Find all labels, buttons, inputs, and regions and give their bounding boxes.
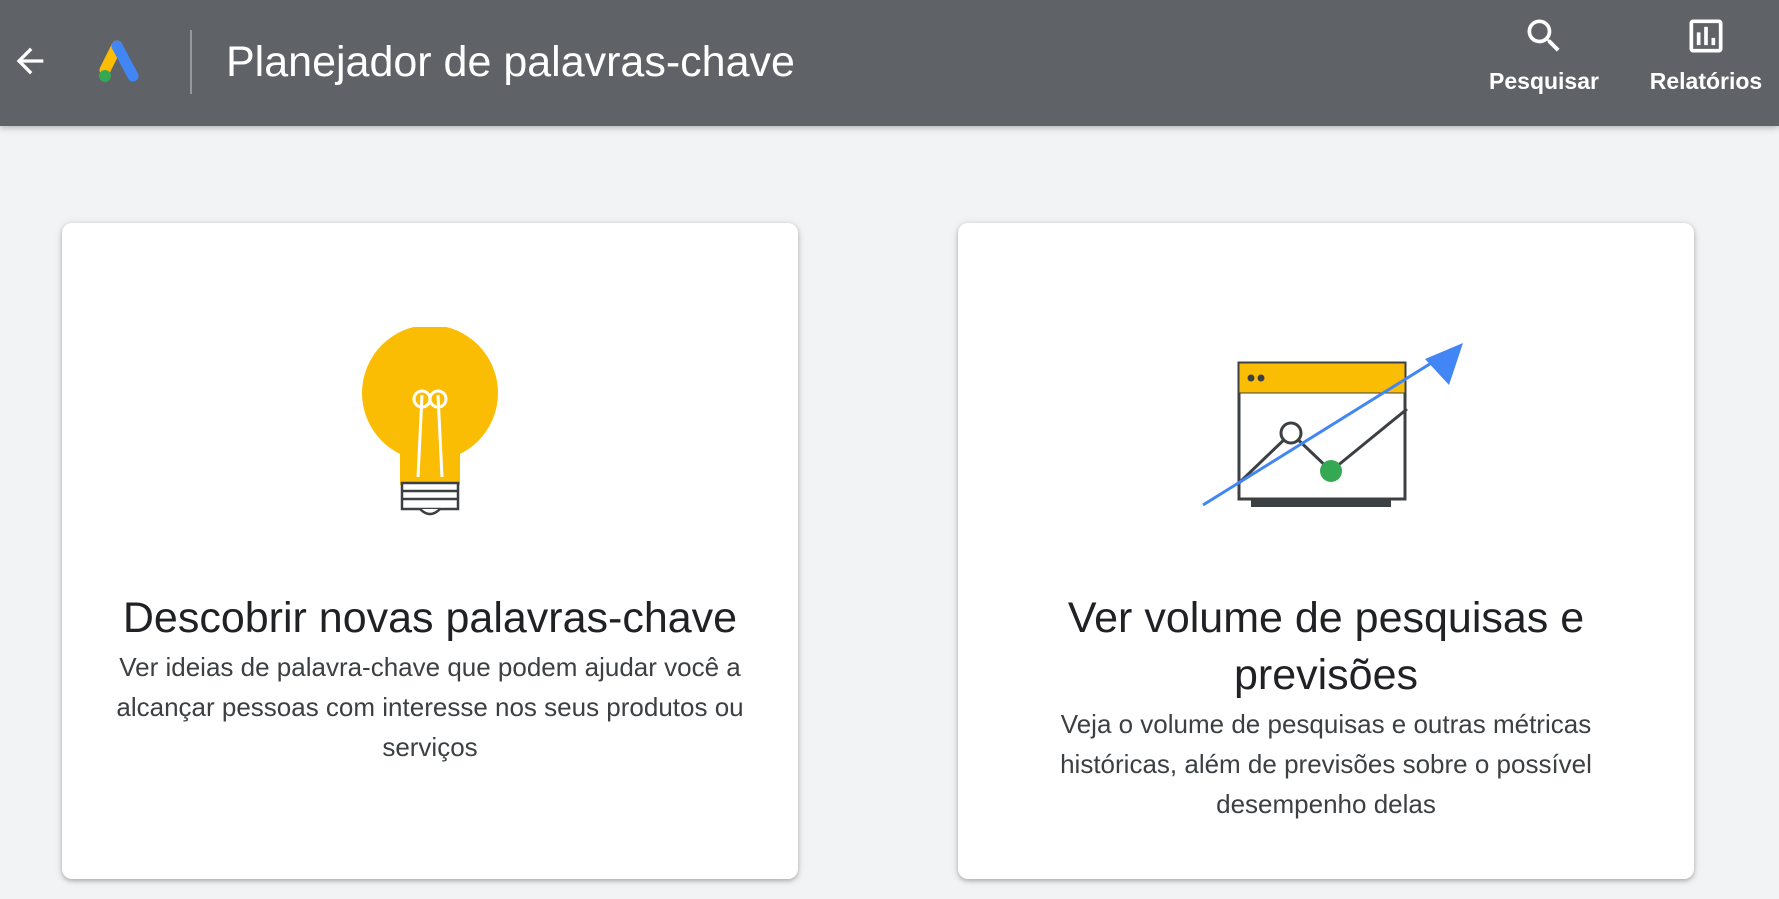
page-title: Planejador de palavras-chave: [226, 38, 795, 86]
bar-chart-icon: [1689, 19, 1723, 53]
google-ads-logo: [99, 40, 139, 82]
search-action-button[interactable]: Pesquisar: [1484, 10, 1604, 110]
search-volume-forecast-card[interactable]: Ver volume de pesquisas e previsões Veja…: [958, 223, 1694, 879]
card-description: Ver ideias de palavra-chave que podem aj…: [116, 652, 744, 762]
reports-action-label: Relatórios: [1649, 68, 1763, 94]
card-heading: Descobrir novas palavras-chave: [122, 594, 738, 642]
lightbulb-illustration: [362, 327, 498, 516]
reports-action-button[interactable]: Relatórios: [1646, 10, 1766, 110]
card-description: Veja o volume de pesquisas e outras métr…: [1060, 709, 1592, 819]
back-button[interactable]: [6, 37, 54, 85]
header-divider: [190, 30, 192, 94]
arrow-back-icon: [16, 47, 44, 75]
discover-keywords-card[interactable]: Descobrir novas palavras-chave Ver ideia…: [62, 223, 798, 879]
trend-chart-illustration: [1202, 343, 1463, 507]
search-action-label: Pesquisar: [1489, 68, 1599, 94]
search-icon: [1527, 19, 1560, 52]
card-heading: Ver volume de pesquisas e previsões: [1067, 594, 1585, 699]
app-header: Planejador de palavras-chave Pesquisar R…: [0, 0, 1779, 126]
